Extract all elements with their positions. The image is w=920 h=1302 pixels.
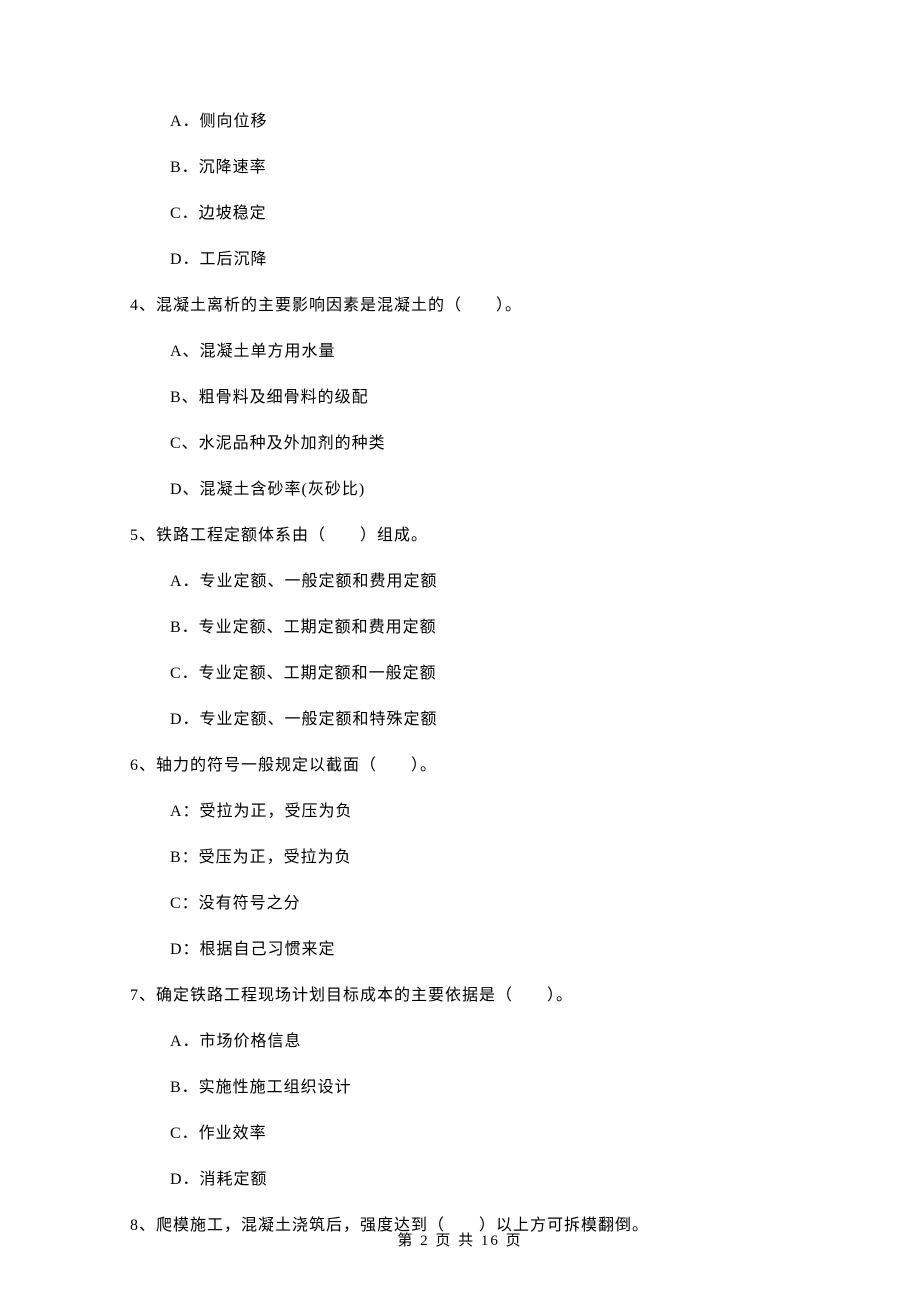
page-footer: 第 2 页 共 16 页 (0, 1230, 920, 1253)
question-6: 6、轴力的符号一般规定以截面（ ）。 (130, 754, 790, 778)
q4-option-b: B、粗骨料及细骨料的级配 (170, 386, 790, 410)
q7-option-a: A．市场价格信息 (170, 1030, 790, 1054)
q4-option-c: C、水泥品种及外加剂的种类 (170, 432, 790, 456)
question-7: 7、确定铁路工程现场计划目标成本的主要依据是（ ）。 (130, 984, 790, 1008)
q4-option-a: A、混凝土单方用水量 (170, 340, 790, 364)
q3-option-d: D．工后沉降 (170, 248, 790, 272)
q5-option-b: B．专业定额、工期定额和费用定额 (170, 616, 790, 640)
question-4: 4、混凝土离析的主要影响因素是混凝土的（ ）。 (130, 294, 790, 318)
q5-option-c: C．专业定额、工期定额和一般定额 (170, 662, 790, 686)
q7-option-b: B．实施性施工组织设计 (170, 1076, 790, 1100)
question-5: 5、铁路工程定额体系由（ ）组成。 (130, 524, 790, 548)
q7-option-c: C．作业效率 (170, 1122, 790, 1146)
q7-option-d: D．消耗定额 (170, 1168, 790, 1192)
q3-option-c: C．边坡稳定 (170, 202, 790, 226)
q3-option-a: A．侧向位移 (170, 110, 790, 134)
q6-option-b: B：受压为正，受拉为负 (170, 846, 790, 870)
q3-option-b: B．沉降速率 (170, 156, 790, 180)
q4-option-d: D、混凝土含砂率(灰砂比) (170, 478, 790, 502)
q6-option-d: D：根据自己习惯来定 (170, 938, 790, 962)
q5-option-a: A．专业定额、一般定额和费用定额 (170, 570, 790, 594)
q5-option-d: D．专业定额、一般定额和特殊定额 (170, 708, 790, 732)
q6-option-c: C：没有符号之分 (170, 892, 790, 916)
q6-option-a: A：受拉为正，受压为负 (170, 800, 790, 824)
